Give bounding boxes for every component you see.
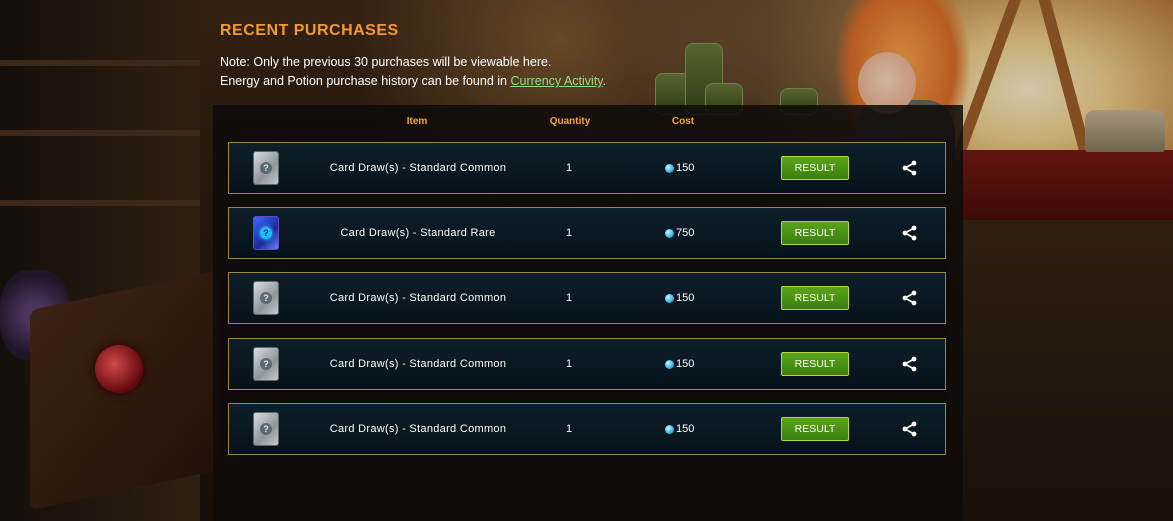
card-common-icon: ? bbox=[253, 281, 279, 315]
item-cost: 750 bbox=[665, 227, 694, 239]
gem-icon bbox=[665, 228, 674, 238]
cost-value: 150 bbox=[676, 358, 695, 370]
purchase-row: ? Card Draw(s) - Standard Common 1 150 R… bbox=[228, 338, 946, 390]
note-line-2-end: . bbox=[602, 74, 607, 88]
note-line-1: Note: Only the previous 30 purchases wil… bbox=[220, 55, 552, 69]
result-button[interactable]: RESULT bbox=[781, 352, 849, 376]
card-common-icon: ? bbox=[253, 347, 279, 381]
item-cost: 150 bbox=[665, 162, 694, 174]
item-name: Card Draw(s) - Standard Common bbox=[329, 162, 507, 174]
column-header-quantity: Quantity bbox=[549, 116, 591, 127]
cost-value: 150 bbox=[676, 423, 695, 435]
card-mark: ? bbox=[260, 358, 272, 370]
gem-icon bbox=[665, 293, 674, 303]
item-quantity: 1 bbox=[565, 358, 573, 370]
note-line-2-text: Energy and Potion purchase history can b… bbox=[220, 74, 511, 88]
share-icon[interactable] bbox=[901, 356, 919, 372]
cost-value: 150 bbox=[676, 162, 695, 174]
result-button[interactable]: RESULT bbox=[781, 156, 849, 180]
purchase-row: ? Card Draw(s) - Standard Common 1 150 R… bbox=[228, 272, 946, 324]
column-header-cost: Cost bbox=[671, 116, 695, 127]
share-icon[interactable] bbox=[901, 421, 919, 437]
share-icon[interactable] bbox=[901, 160, 919, 176]
card-rare-icon: ? bbox=[253, 216, 279, 250]
gem-icon bbox=[665, 163, 674, 173]
cost-value: 150 bbox=[676, 292, 695, 304]
share-icon[interactable] bbox=[901, 290, 919, 306]
item-name: Card Draw(s) - Standard Common bbox=[329, 423, 507, 435]
item-name: Card Draw(s) - Standard Common bbox=[329, 292, 507, 304]
item-cost: 150 bbox=[665, 423, 694, 435]
card-mark: ? bbox=[260, 423, 272, 435]
card-mark: ? bbox=[260, 292, 272, 304]
purchase-row: ? Card Draw(s) - Standard Rare 1 750 RES… bbox=[228, 207, 946, 259]
item-name: Card Draw(s) - Standard Common bbox=[329, 358, 507, 370]
item-quantity: 1 bbox=[565, 162, 573, 174]
result-button[interactable]: RESULT bbox=[781, 286, 849, 310]
item-cost: 150 bbox=[665, 292, 694, 304]
column-header-item: Item bbox=[406, 116, 428, 127]
currency-activity-link[interactable]: Currency Activity bbox=[510, 74, 602, 88]
purchase-row: ? Card Draw(s) - Standard Common 1 150 R… bbox=[228, 142, 946, 194]
item-cost: 150 bbox=[665, 358, 694, 370]
item-quantity: 1 bbox=[565, 292, 573, 304]
gem-icon bbox=[665, 424, 674, 434]
gem-icon bbox=[665, 359, 674, 369]
result-button[interactable]: RESULT bbox=[781, 417, 849, 441]
purchase-note: Note: Only the previous 30 purchases wil… bbox=[220, 53, 606, 91]
page-title: RECENT PURCHASES bbox=[220, 22, 399, 39]
card-mark: ? bbox=[260, 227, 272, 239]
item-quantity: 1 bbox=[565, 423, 573, 435]
purchase-row: ? Card Draw(s) - Standard Common 1 150 R… bbox=[228, 403, 946, 455]
card-common-icon: ? bbox=[253, 151, 279, 185]
cost-value: 750 bbox=[676, 227, 695, 239]
item-quantity: 1 bbox=[565, 227, 573, 239]
card-common-icon: ? bbox=[253, 412, 279, 446]
note-line-2: Energy and Potion purchase history can b… bbox=[220, 72, 606, 91]
card-mark: ? bbox=[260, 162, 272, 174]
item-name: Card Draw(s) - Standard Rare bbox=[340, 227, 496, 239]
result-button[interactable]: RESULT bbox=[781, 221, 849, 245]
share-icon[interactable] bbox=[901, 225, 919, 241]
